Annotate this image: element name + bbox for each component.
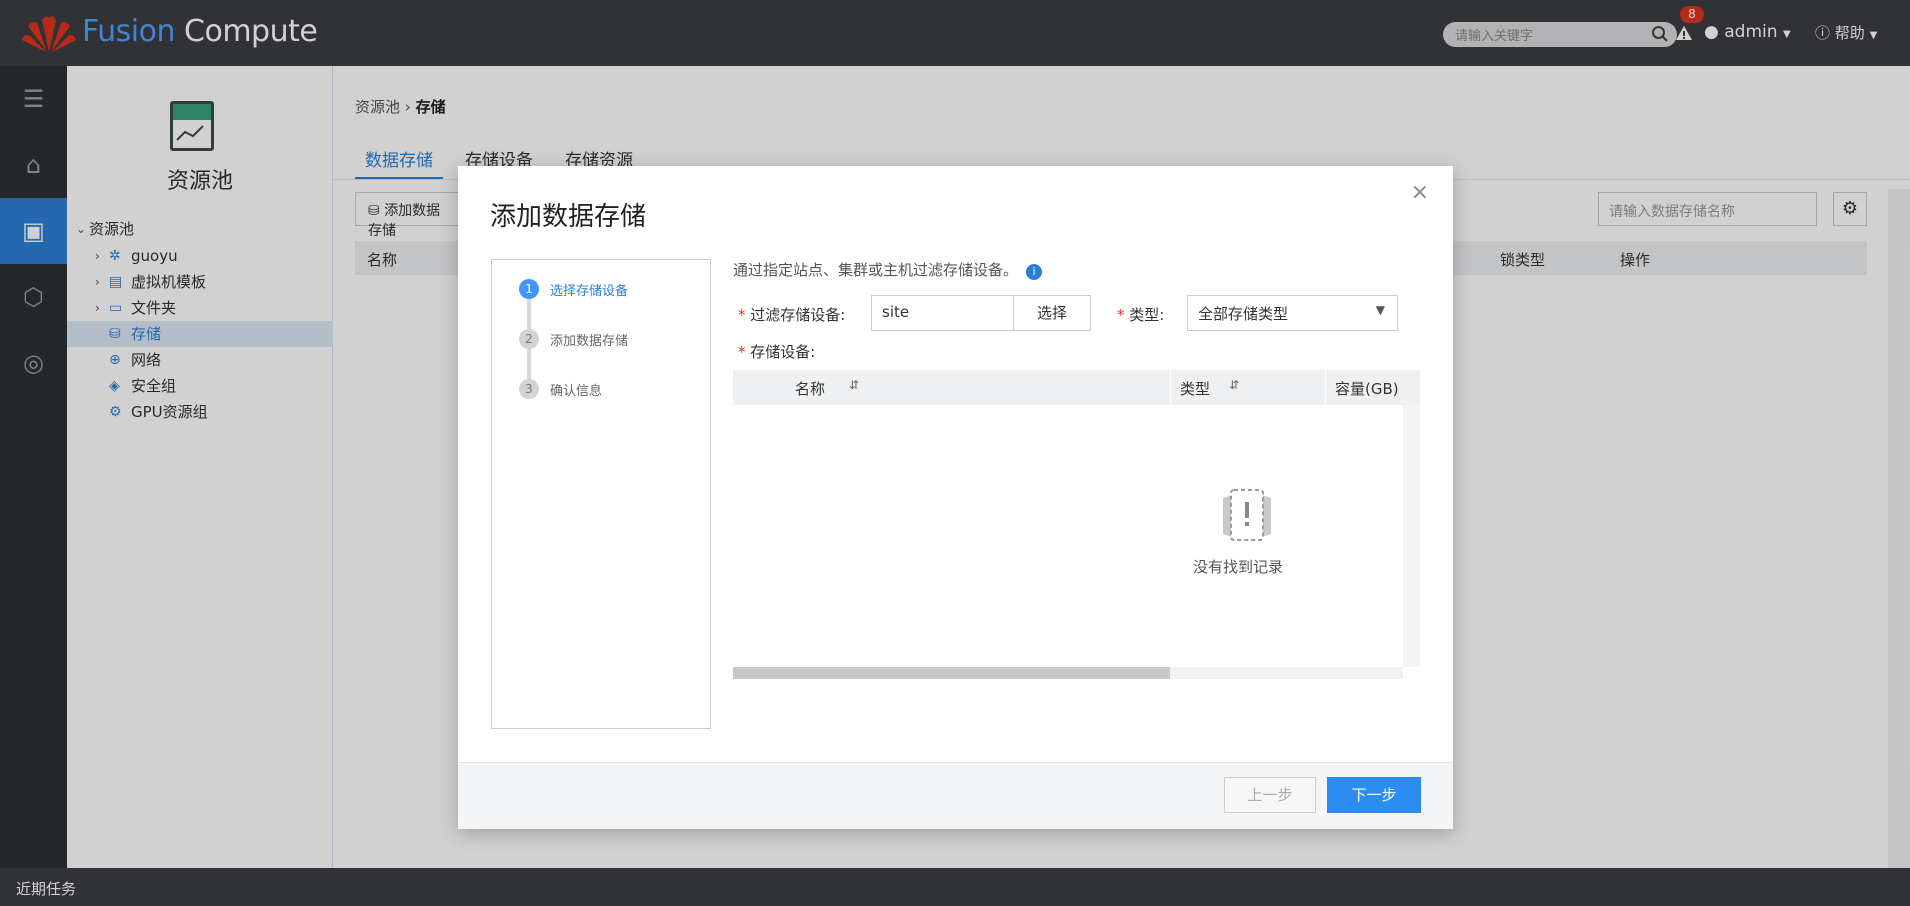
step-number: 3 xyxy=(519,379,539,399)
dialog-title: 添加数据存储 xyxy=(490,202,647,232)
storage-device-table-header: 名称 ⇵ 类型 ⇵ 容量(GB) xyxy=(733,370,1420,405)
table-vertical-scrollbar[interactable] xyxy=(1403,405,1420,667)
info-icon[interactable]: i xyxy=(1026,264,1043,280)
next-step-button[interactable]: 下一步 xyxy=(1327,777,1421,813)
select-button[interactable]: 选择 xyxy=(1013,295,1091,331)
empty-record-icon xyxy=(1223,489,1271,541)
dialog-footer: 上一步 下一步 xyxy=(458,762,1453,829)
caret-down-icon: ▼ xyxy=(1375,303,1385,317)
column-capacity[interactable]: 容量(GB) xyxy=(1335,378,1399,399)
type-label: * 类型: xyxy=(1117,306,1165,324)
column-type[interactable]: 类型 xyxy=(1180,378,1210,399)
previous-step-button[interactable]: 上一步 xyxy=(1224,777,1316,813)
step-number: 1 xyxy=(519,279,539,299)
sort-icon[interactable]: ⇵ xyxy=(849,378,859,392)
step-label: 选择存储设备 xyxy=(550,284,629,299)
filter-label: * 过滤存储设备: xyxy=(738,306,846,324)
column-name[interactable]: 名称 xyxy=(795,378,825,399)
close-icon[interactable]: × xyxy=(1411,180,1429,205)
filter-storage-input[interactable]: site xyxy=(871,295,1014,331)
add-datastore-dialog: × 添加数据存储 1 选择存储设备 2 添加数据存储 3 确认信息 通过指定站点… xyxy=(458,166,1453,829)
empty-text: 没有找到记录 xyxy=(1193,558,1284,576)
storage-type-select[interactable]: 全部存储类型 ▼ xyxy=(1187,295,1398,331)
table-horizontal-scrollbar[interactable] xyxy=(733,667,1403,679)
step-number: 2 xyxy=(519,329,539,349)
dialog-description: 通过指定站点、集群或主机过滤存储设备。 i xyxy=(733,259,1043,280)
wizard-steps: 1 选择存储设备 2 添加数据存储 3 确认信息 xyxy=(491,259,711,729)
step-label: 确认信息 xyxy=(550,384,603,399)
storage-device-label: * 存储设备: xyxy=(738,343,816,361)
sort-icon[interactable]: ⇵ xyxy=(1229,378,1239,392)
step-label: 添加数据存储 xyxy=(550,334,629,349)
storage-device-table: 名称 ⇵ 类型 ⇵ 容量(GB) 没有找到记录 xyxy=(733,370,1420,679)
